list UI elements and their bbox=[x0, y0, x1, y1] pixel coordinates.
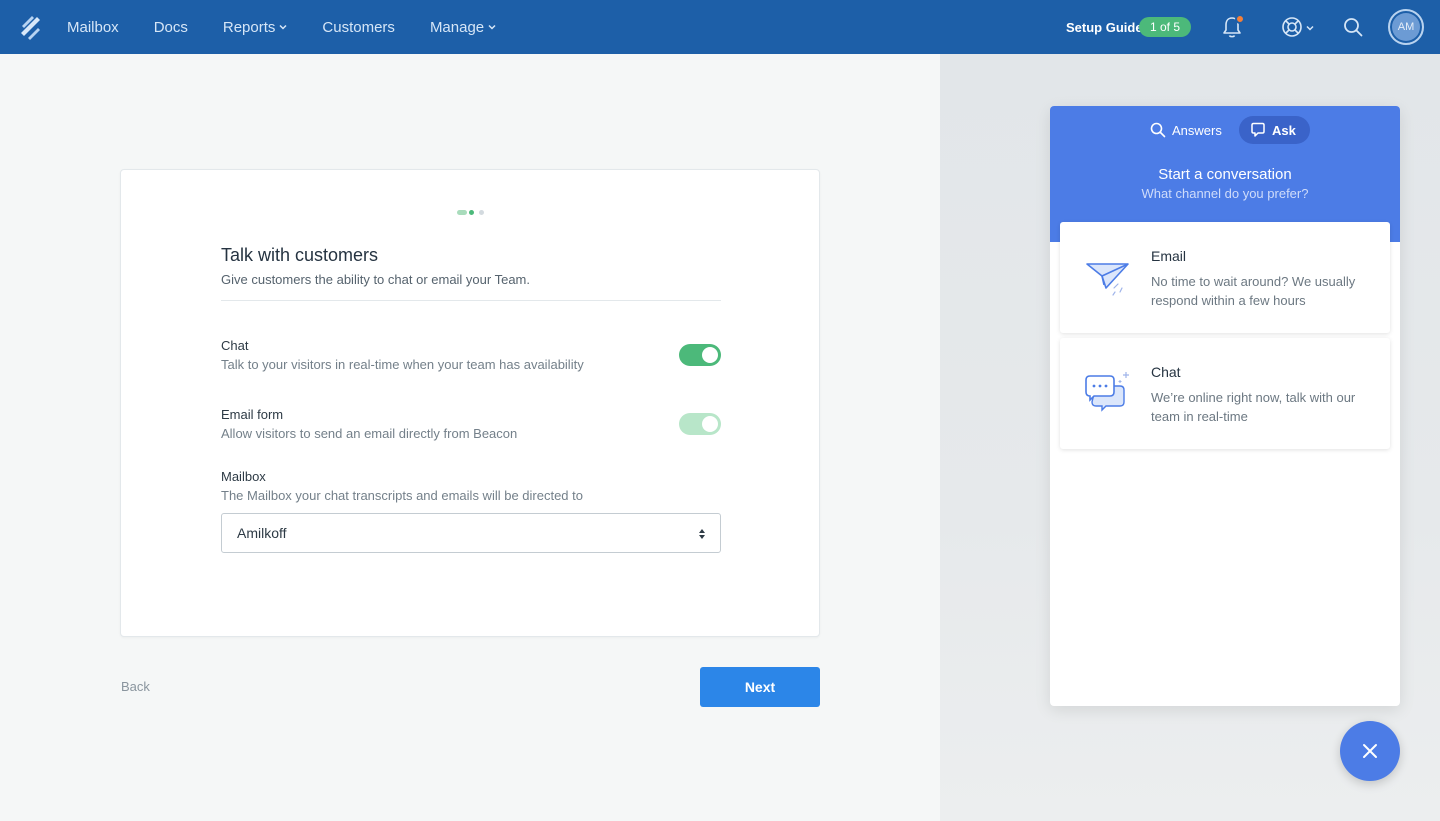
notification-dot bbox=[1235, 14, 1245, 24]
email-form-toggle[interactable] bbox=[679, 413, 721, 435]
nav-item-label: Reports bbox=[222, 18, 276, 36]
nav-item-manage[interactable]: Manage bbox=[430, 19, 496, 36]
beacon-subtitle: What channel do you prefer? bbox=[1141, 186, 1309, 201]
help-lifebuoy-icon[interactable] bbox=[1281, 16, 1303, 38]
chat-option-description: Talk to your visitors in real-time when … bbox=[221, 357, 584, 372]
channel-title: Chat bbox=[1151, 364, 1181, 380]
user-avatar[interactable]: AM bbox=[1388, 9, 1424, 45]
beacon-close-button[interactable] bbox=[1340, 721, 1400, 781]
next-button[interactable]: Next bbox=[700, 667, 820, 707]
search-icon[interactable] bbox=[1343, 17, 1363, 37]
setup-guide-link[interactable]: Setup Guide bbox=[1066, 20, 1143, 35]
nav-item-label: Mailbox bbox=[67, 18, 119, 36]
channel-title: Email bbox=[1151, 248, 1187, 264]
nav-item-docs[interactable]: Docs bbox=[154, 19, 188, 36]
card-title: Talk with customers bbox=[221, 245, 379, 265]
paper-plane-icon bbox=[1086, 263, 1129, 296]
tab-ask[interactable]: Ask bbox=[1239, 116, 1310, 144]
chat-toggle[interactable] bbox=[679, 344, 721, 366]
nav-item-label: Customers bbox=[322, 18, 395, 36]
nav-item-label: Manage bbox=[429, 18, 485, 36]
channel-description: No time to wait around? We usually respo… bbox=[1151, 274, 1356, 308]
nav-item-mailbox[interactable]: Mailbox bbox=[67, 19, 119, 36]
mailbox-description: The Mailbox your chat transcripts and em… bbox=[221, 488, 583, 503]
top-navbar: Mailbox Docs Reports Customers Manage Se… bbox=[0, 0, 1440, 54]
mailbox-select-value: Amilkoff bbox=[237, 525, 287, 541]
email-form-option-title: Email form bbox=[221, 407, 284, 422]
card-subtitle: Give customers the ability to chat or em… bbox=[221, 272, 530, 287]
email-form-option-description: Allow visitors to send an email directly… bbox=[221, 426, 518, 441]
channel-email[interactable]: Email No time to wait around? We usually… bbox=[1060, 222, 1390, 333]
chat-option-title: Chat bbox=[221, 338, 249, 353]
tab-label: Ask bbox=[1272, 122, 1296, 138]
toggle-knob bbox=[702, 347, 718, 363]
nav-item-reports[interactable]: Reports bbox=[223, 19, 288, 36]
toggle-knob bbox=[702, 416, 718, 432]
divider bbox=[221, 300, 721, 301]
chevron-down-icon[interactable] bbox=[1306, 24, 1314, 32]
back-link[interactable]: Back bbox=[121, 679, 150, 694]
chat-bubble-icon bbox=[1251, 122, 1265, 137]
select-arrows-icon bbox=[699, 529, 705, 539]
channel-chat[interactable]: Chat We’re online right now, talk with o… bbox=[1060, 338, 1390, 449]
chevron-down-icon bbox=[488, 24, 496, 30]
main-nav: Mailbox Docs Reports Customers Manage bbox=[67, 0, 531, 54]
channel-description: We’re online right now, talk with our te… bbox=[1151, 390, 1356, 424]
beacon-widget: Answers Ask Start a conversation What ch… bbox=[1050, 106, 1400, 706]
step-progress-dots bbox=[457, 210, 484, 215]
close-icon bbox=[1363, 744, 1377, 758]
step-dot bbox=[479, 210, 484, 215]
setup-step-card: Talk with customers Give customers the a… bbox=[120, 169, 820, 637]
tab-label: Answers bbox=[1172, 122, 1222, 138]
mailbox-title: Mailbox bbox=[221, 469, 266, 484]
search-icon bbox=[1150, 122, 1166, 138]
beacon-title: Start a conversation bbox=[1158, 166, 1292, 183]
tab-answers[interactable]: Answers bbox=[1146, 116, 1226, 144]
step-dot bbox=[457, 210, 467, 215]
setup-guide-badge[interactable]: 1 of 5 bbox=[1139, 17, 1191, 37]
chat-bubbles-icon bbox=[1085, 372, 1129, 412]
chevron-down-icon bbox=[279, 24, 287, 30]
step-dot-active bbox=[469, 210, 474, 215]
helpscout-logo-icon[interactable] bbox=[20, 14, 42, 40]
mailbox-select[interactable]: Amilkoff bbox=[221, 513, 721, 553]
nav-item-customers[interactable]: Customers bbox=[322, 19, 395, 36]
nav-item-label: Docs bbox=[153, 18, 188, 36]
